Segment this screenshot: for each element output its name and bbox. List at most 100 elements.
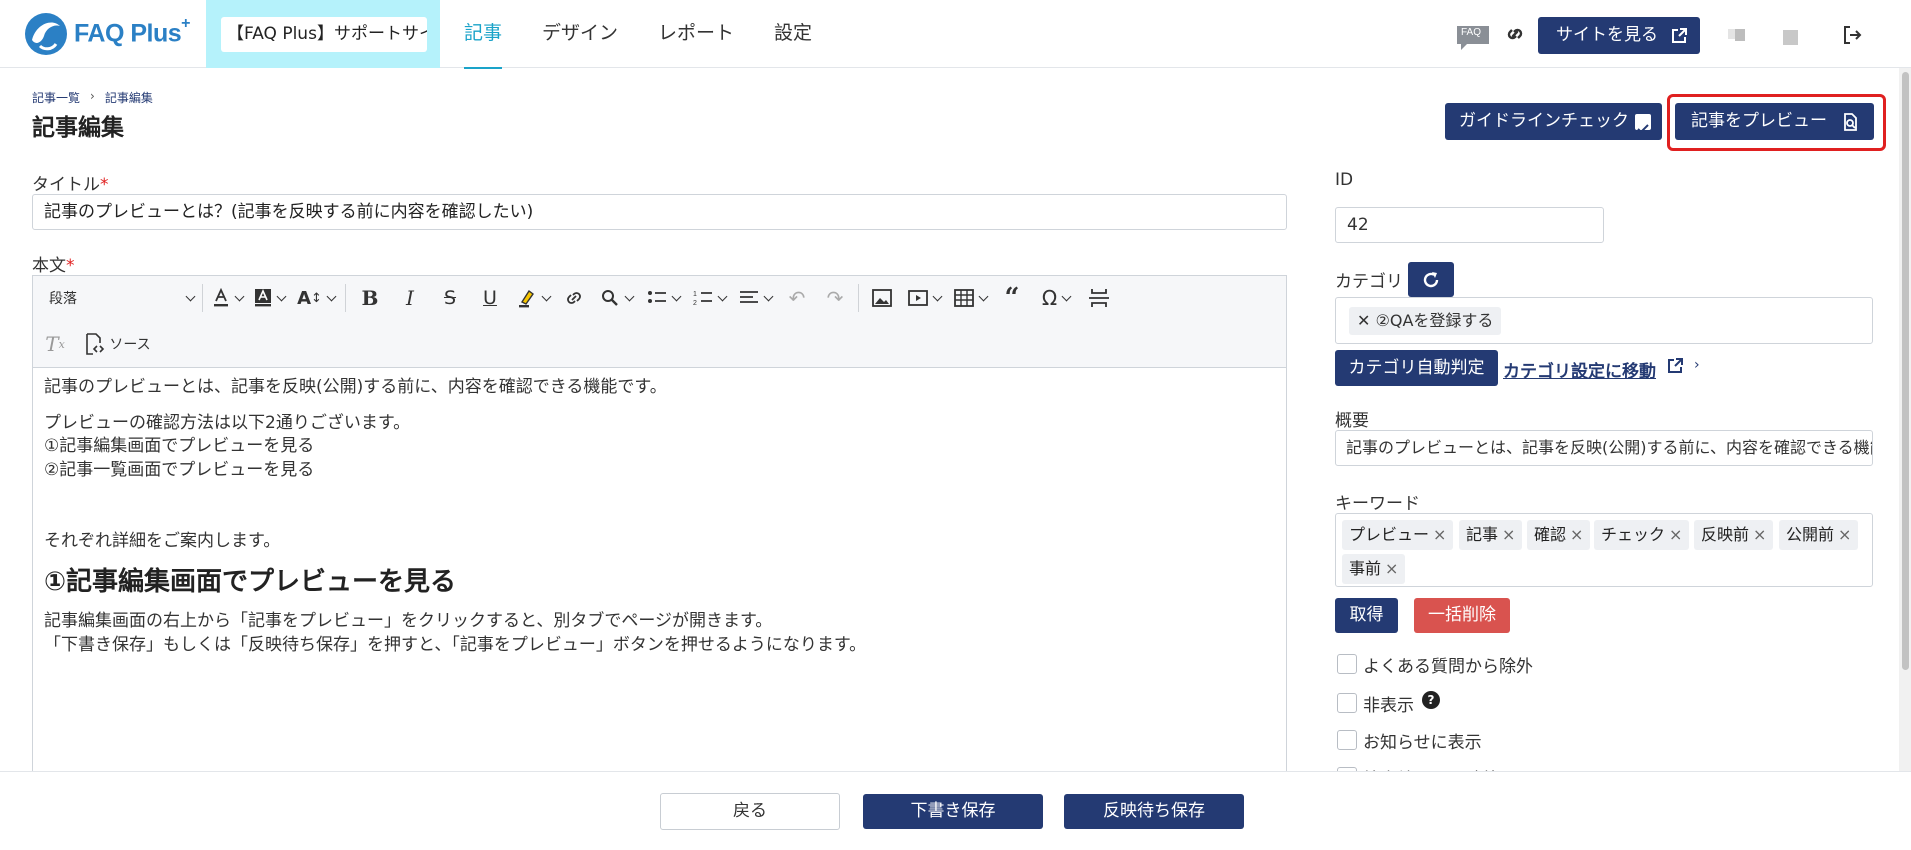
source-code-icon — [86, 333, 105, 355]
save-draft-button[interactable]: 下書き保存 — [863, 794, 1043, 829]
scrollbar-thumb[interactable] — [1902, 72, 1909, 670]
notification-icon[interactable] — [1783, 30, 1798, 45]
rich-text-editor: 段落 A ↕ B I S U 1 2 ↶ ↷ “ Ω T x ソース 記事のプレ… — [32, 275, 1287, 775]
paragraph-select[interactable]: 段落 — [33, 276, 198, 320]
keyword-tag[interactable]: プレビュー × — [1342, 520, 1454, 550]
user-avatar-icon[interactable] — [1728, 25, 1748, 45]
summary-field[interactable]: 記事のプレビューとは、記事を反映(公開)する前に、内容を確認できる機能です。 — [1335, 430, 1873, 466]
category-settings-link[interactable]: カテゴリ設定に移動 — [1503, 357, 1656, 382]
exclude-from-faq-checkbox[interactable] — [1337, 654, 1357, 674]
media-embed-icon[interactable] — [901, 276, 947, 320]
breadcrumb-article-edit[interactable]: 記事編集 — [105, 89, 153, 106]
title-label-text: タイトル — [32, 175, 100, 195]
refresh-categories-button[interactable] — [1408, 262, 1454, 297]
guideline-check-label: ガイドラインチェック — [1459, 111, 1629, 131]
id-field[interactable]: 42 — [1335, 207, 1604, 243]
bulleted-list-icon[interactable] — [640, 276, 686, 320]
title-input[interactable]: 記事のプレビューとは？(記事を反映する前に内容を確認したい) — [32, 194, 1287, 230]
bold-icon[interactable]: B — [350, 276, 390, 320]
link-insert-icon[interactable] — [556, 276, 592, 320]
keyword-tag[interactable]: 記事 × — [1459, 520, 1523, 550]
faq-badge-text: FAQ — [1461, 27, 1482, 38]
font-color-icon[interactable] — [207, 276, 247, 320]
guideline-check-button[interactable]: ガイドラインチェック — [1445, 103, 1662, 140]
source-label: ソース — [109, 337, 151, 353]
keyword-tag[interactable]: 公開前 × — [1779, 520, 1859, 550]
table-insert-icon[interactable] — [947, 276, 993, 320]
summary-label: 概要 — [1335, 411, 1369, 431]
faq-chat-icon[interactable]: FAQ — [1455, 24, 1491, 50]
faq-plus-logo[interactable]: FAQ Plus+ — [22, 10, 190, 58]
remove-tag-icon[interactable]: × — [1669, 525, 1682, 544]
highlight-icon[interactable] — [510, 276, 556, 320]
strikethrough-icon[interactable]: S — [430, 276, 470, 320]
fetch-keywords-button[interactable]: 取得 — [1335, 598, 1398, 633]
font-size-icon[interactable]: A ↕ — [291, 276, 341, 320]
breadcrumb-separator: › — [90, 89, 95, 103]
preview-article-button[interactable]: 記事をプレビュー — [1675, 103, 1874, 140]
underline-icon[interactable]: U — [470, 276, 510, 320]
nav-design[interactable]: デザイン — [542, 0, 618, 68]
remove-tag-icon[interactable]: × — [1838, 525, 1851, 544]
keyword-tag-label: 記事 — [1466, 525, 1499, 544]
save-pending-button[interactable]: 反映待ち保存 — [1064, 794, 1244, 829]
paragraph: 記事のプレビューとは、記事を反映(公開)する前に、内容を確認できる機能です。 — [44, 377, 667, 397]
external-link-icon[interactable] — [1667, 357, 1684, 374]
keyword-tag-label: 確認 — [1534, 525, 1567, 544]
category-select[interactable]: ✕ ②QAを登録する — [1335, 297, 1873, 344]
title-label: タイトル* — [32, 170, 109, 195]
clear-keywords-button[interactable]: 一括削除 — [1414, 598, 1510, 633]
align-icon[interactable] — [732, 276, 778, 320]
undo-icon[interactable]: ↶ — [778, 276, 816, 320]
show-in-news-checkbox[interactable] — [1337, 730, 1357, 750]
logout-icon[interactable] — [1841, 24, 1863, 46]
paragraph: 「下書き保存」もしくは「反映待ち保存」を押すと、「記事をプレビュー」ボタンを押せ… — [44, 635, 867, 655]
page-break-icon[interactable] — [1081, 276, 1117, 320]
logo-text: FAQ Plus — [74, 19, 182, 48]
remove-tag-icon[interactable]: × — [1502, 525, 1515, 544]
section-heading: ①記事編集画面でプレビューを見る — [44, 567, 457, 597]
document-search-icon — [1844, 113, 1857, 131]
remove-tag-icon[interactable]: × — [1753, 525, 1766, 544]
category-tag[interactable]: ✕ ②QAを登録する — [1349, 307, 1502, 335]
preview-article-label: 記事をプレビュー — [1691, 111, 1827, 131]
top-header: FAQ Plus+ 【FAQ Plus】サポートサイト 記事 デザイン レポート… — [0, 0, 1911, 69]
help-icon[interactable]: ? — [1422, 691, 1440, 709]
numbered-list-icon[interactable]: 12 — [686, 276, 732, 320]
redo-icon[interactable]: ↷ — [816, 276, 854, 320]
checklist-icon — [1635, 114, 1651, 134]
keyword-tag-label: 反映前 — [1701, 525, 1750, 544]
keyword-tag[interactable]: 確認 × — [1527, 520, 1591, 550]
remove-tag-icon[interactable]: × — [1570, 525, 1583, 544]
nav-articles[interactable]: 記事 — [464, 0, 503, 69]
clear-format-icon[interactable]: Tx — [33, 322, 77, 366]
keyword-tag[interactable]: 反映前 × — [1694, 520, 1774, 550]
breadcrumb: 記事一覧 › 記事編集 — [32, 89, 153, 106]
view-site-label: サイトを見る — [1556, 25, 1658, 45]
body-label-text: 本文 — [32, 256, 66, 276]
hidden-checkbox[interactable] — [1337, 693, 1357, 713]
back-button[interactable]: 戻る — [660, 793, 840, 830]
nav-reports[interactable]: レポート — [658, 0, 734, 68]
category-auto-detect-button[interactable]: カテゴリ自動判定 — [1335, 350, 1498, 386]
remove-tag-icon[interactable]: ✕ — [1357, 311, 1370, 330]
link-icon[interactable] — [1503, 22, 1527, 46]
view-site-button[interactable]: サイトを見る — [1538, 17, 1700, 54]
remove-tag-icon[interactable]: × — [1433, 525, 1446, 544]
source-button[interactable]: ソース — [77, 322, 157, 366]
special-characters-icon[interactable]: Ω — [1031, 276, 1081, 320]
find-replace-icon[interactable] — [592, 276, 640, 320]
keyword-tag-label: チェック — [1601, 525, 1666, 544]
remove-tag-icon[interactable]: × — [1385, 559, 1398, 578]
blockquote-icon[interactable]: “ — [993, 276, 1031, 320]
site-selector[interactable]: 【FAQ Plus】サポートサイト — [221, 17, 427, 52]
keyword-input[interactable]: プレビュー × 記事 × 確認 × チェック × 反映前 × 公開前 × 事前 × — [1335, 513, 1873, 587]
keyword-tag[interactable]: 事前 × — [1342, 554, 1406, 584]
background-color-icon[interactable] — [247, 276, 291, 320]
image-insert-icon[interactable] — [863, 276, 901, 320]
toolbar-divider — [858, 284, 859, 312]
breadcrumb-article-list[interactable]: 記事一覧 — [32, 89, 80, 106]
nav-settings[interactable]: 設定 — [774, 0, 812, 68]
keyword-tag[interactable]: チェック × — [1594, 520, 1690, 550]
italic-icon[interactable]: I — [390, 276, 430, 320]
